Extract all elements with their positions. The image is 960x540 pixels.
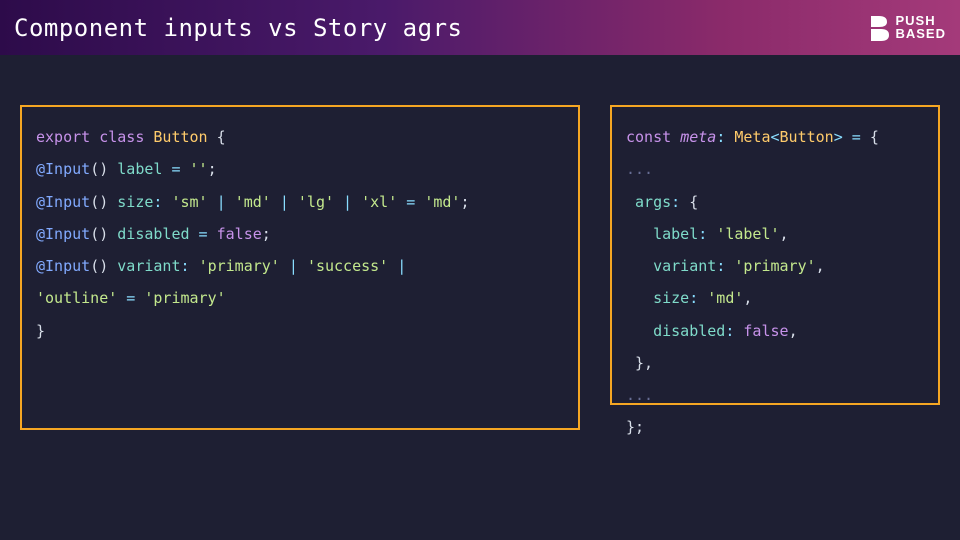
ellipsis: ... xyxy=(626,386,653,404)
logo-icon xyxy=(869,14,889,42)
decorator: @Input xyxy=(36,160,90,178)
key-variant: variant xyxy=(653,257,716,275)
decorator: @Input xyxy=(36,225,90,243)
type-meta: Meta xyxy=(734,128,770,146)
slide-header: Component inputs vs Story agrs PUSH BASE… xyxy=(0,0,960,55)
prop-size: size xyxy=(117,193,153,211)
close-obj: }; xyxy=(626,418,644,436)
code-panel-component: export class Button { @Input() label = '… xyxy=(20,105,580,430)
class-name: Button xyxy=(153,128,207,146)
brand-logo: PUSH BASED xyxy=(869,14,946,42)
logo-text-bottom: BASED xyxy=(895,28,946,40)
prop-variant: variant xyxy=(117,257,180,275)
key-label: label xyxy=(653,225,698,243)
var-meta: meta xyxy=(680,128,716,146)
kw-export: export xyxy=(36,128,90,146)
brace-close: } xyxy=(36,322,45,340)
key-disabled: disabled xyxy=(653,322,725,340)
key-args: args xyxy=(635,193,671,211)
code-panel-story: const meta: Meta<Button> = { ... args: {… xyxy=(610,105,940,405)
ellipsis: ... xyxy=(626,160,653,178)
slide-title: Component inputs vs Story agrs xyxy=(14,14,462,42)
kw-const: const xyxy=(626,128,671,146)
slide-content: export class Button { @Input() label = '… xyxy=(0,55,960,450)
prop-label: label xyxy=(117,160,162,178)
kw-class: class xyxy=(99,128,144,146)
decorator: @Input xyxy=(36,193,90,211)
logo-text: PUSH BASED xyxy=(895,15,946,40)
decorator: @Input xyxy=(36,257,90,275)
brace-open: { xyxy=(208,128,226,146)
prop-disabled: disabled xyxy=(117,225,189,243)
key-size: size xyxy=(653,289,689,307)
